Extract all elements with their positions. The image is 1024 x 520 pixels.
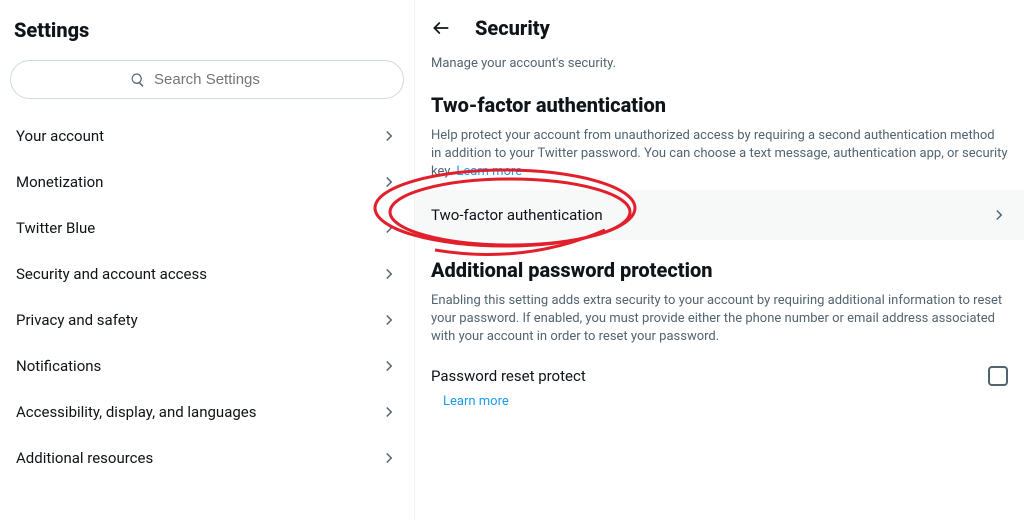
nav-item-label: Your account	[16, 127, 104, 145]
twofa-learn-more-link[interactable]: Learn more	[456, 164, 522, 179]
nav-additional-resources[interactable]: Additional resources	[0, 435, 414, 481]
search-settings-input[interactable]	[10, 60, 404, 99]
settings-nav: Your account Monetization Twitter Blue S…	[0, 113, 414, 481]
settings-title: Settings	[0, 8, 414, 52]
additional-heading: Additional password protection	[415, 240, 1024, 288]
chevron-right-icon	[380, 173, 398, 191]
additional-description: Enabling this setting adds extra securit…	[415, 288, 1024, 355]
nav-item-label: Accessibility, display, and languages	[16, 403, 256, 421]
nav-item-label: Notifications	[16, 357, 101, 375]
search-wrapper	[0, 52, 414, 113]
panel-title: Security	[475, 16, 550, 40]
nav-notifications[interactable]: Notifications	[0, 343, 414, 389]
chevron-right-icon	[380, 403, 398, 421]
nav-item-label: Privacy and safety	[16, 311, 138, 329]
nav-accessibility[interactable]: Accessibility, display, and languages	[0, 389, 414, 435]
nav-your-account[interactable]: Your account	[0, 113, 414, 159]
security-panel: Security Manage your account's security.…	[415, 0, 1024, 520]
twofa-row[interactable]: Two-factor authentication	[415, 190, 1024, 240]
nav-privacy-safety[interactable]: Privacy and safety	[0, 297, 414, 343]
chevron-right-icon	[380, 449, 398, 467]
nav-item-label: Security and account access	[16, 265, 207, 283]
chevron-right-icon	[380, 311, 398, 329]
password-reset-protect-row: Password reset protect	[415, 354, 1024, 388]
nav-item-label: Additional resources	[16, 449, 153, 467]
nav-item-label: Monetization	[16, 173, 103, 191]
twofa-row-label: Two-factor authentication	[431, 206, 603, 224]
panel-subtitle: Manage your account's security.	[415, 50, 1024, 85]
nav-security-access[interactable]: Security and account access	[0, 251, 414, 297]
twofa-description: Help protect your account from unauthori…	[415, 123, 1024, 190]
settings-sidebar: Settings Your account Monetization Twitt…	[0, 0, 415, 520]
back-arrow-icon[interactable]	[431, 18, 451, 38]
search-icon	[130, 72, 146, 88]
chevron-right-icon	[380, 219, 398, 237]
chevron-right-icon	[380, 265, 398, 283]
nav-item-label: Twitter Blue	[16, 219, 95, 237]
password-reset-protect-label: Password reset protect	[431, 367, 586, 385]
search-input-field[interactable]	[154, 71, 284, 88]
nav-monetization[interactable]: Monetization	[0, 159, 414, 205]
nav-twitter-blue[interactable]: Twitter Blue	[0, 205, 414, 251]
chevron-right-icon	[380, 127, 398, 145]
password-reset-protect-checkbox[interactable]	[988, 366, 1008, 386]
additional-learn-more-link[interactable]: Learn more	[443, 394, 509, 409]
additional-learn-more-wrap: Learn more	[415, 388, 1024, 417]
twofa-heading: Two-factor authentication	[415, 85, 1024, 123]
panel-header: Security	[415, 12, 1024, 50]
chevron-right-icon	[380, 357, 398, 375]
chevron-right-icon	[990, 206, 1008, 224]
